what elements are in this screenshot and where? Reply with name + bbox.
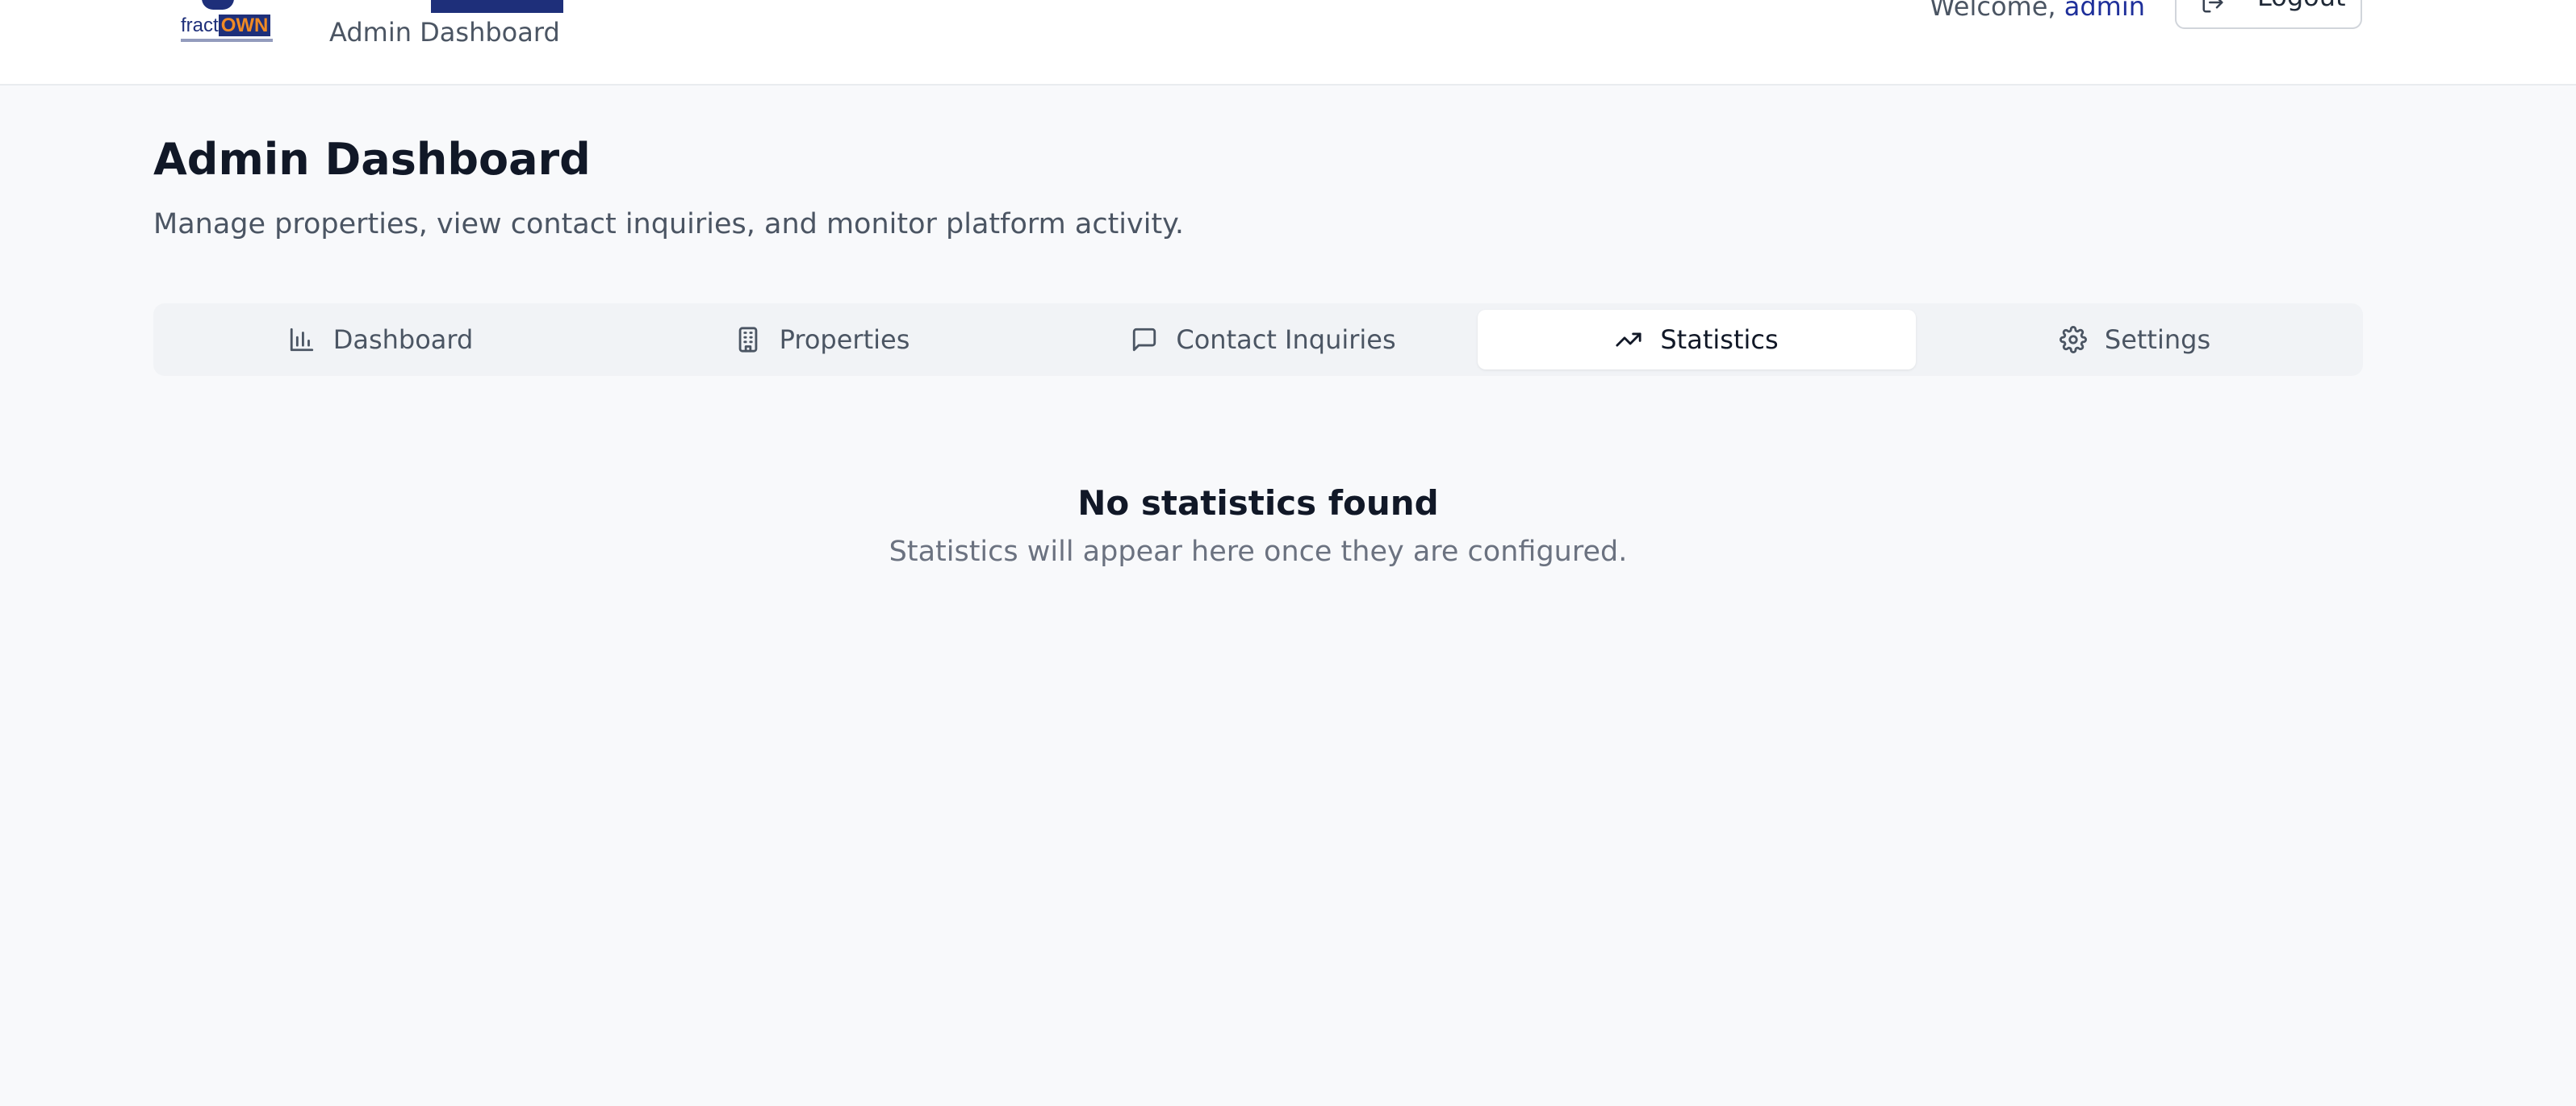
header-accent-bar — [431, 0, 563, 13]
bar-chart-icon — [290, 328, 313, 352]
logo-tagline — [181, 39, 273, 42]
tab-label: Dashboard — [332, 324, 474, 355]
logo-shield-icon — [202, 0, 234, 10]
page-title: Admin Dashboard — [153, 134, 591, 185]
welcome-text: Welcome, admin — [1930, 0, 2145, 23]
empty-state-title: No statistics found — [1077, 483, 1439, 523]
header-subtitle: Admin Dashboard — [329, 17, 560, 48]
tab-label: Properties — [779, 324, 910, 355]
tab-label: Settings — [2104, 324, 2211, 355]
tab-label: Statistics — [1660, 324, 1779, 355]
username: admin — [2064, 0, 2145, 22]
tab-bar: Dashboard Properties Contact Inquiries S… — [153, 303, 2363, 376]
brand-logo[interactable]: fract OWN — [179, 0, 274, 45]
logo-brand-prefix: fract — [181, 15, 219, 36]
welcome-prefix: Welcome, — [1930, 0, 2064, 22]
gear-icon — [2059, 326, 2087, 353]
empty-state-text: Statistics will appear here once they ar… — [889, 536, 1628, 568]
logout-label: Logout — [2257, 0, 2346, 13]
tab-properties[interactable]: Properties — [603, 310, 1041, 369]
tab-settings[interactable]: Settings — [1916, 310, 2354, 369]
tab-statistics[interactable]: Statistics — [1478, 310, 1916, 369]
message-icon — [1133, 328, 1156, 352]
page-description: Manage properties, view contact inquirie… — [153, 208, 1185, 240]
tab-label: Contact Inquiries — [1176, 324, 1396, 355]
logout-button[interactable]: Logout — [2175, 0, 2362, 29]
building-icon — [738, 327, 757, 353]
tab-dashboard[interactable]: Dashboard — [161, 310, 600, 369]
tab-contact-inquiries[interactable]: Contact Inquiries — [1044, 310, 1482, 369]
top-header: fract OWN Admin Dashboard Welcome, admin … — [0, 0, 2576, 86]
trending-up-icon — [1616, 332, 1641, 347]
logout-icon — [2202, 0, 2223, 13]
logo-brand-suffix: OWN — [218, 15, 271, 36]
